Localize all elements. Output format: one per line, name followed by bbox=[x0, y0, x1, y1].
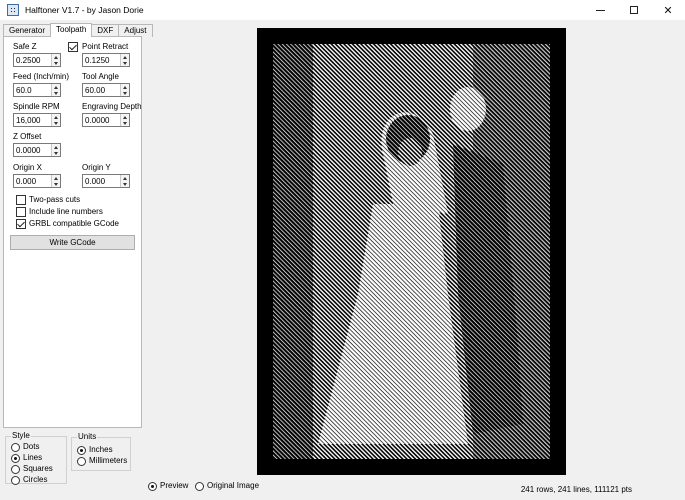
feed-spinner[interactable] bbox=[51, 84, 60, 96]
tool-angle-spinner[interactable] bbox=[120, 84, 129, 96]
two-pass-cuts-checkbox[interactable] bbox=[16, 195, 26, 205]
units-inches-label: Inches bbox=[89, 445, 113, 454]
tool-angle-label: Tool Angle bbox=[82, 72, 119, 81]
units-millimeters-label: Millimeters bbox=[89, 456, 128, 465]
style-lines-label: Lines bbox=[23, 453, 43, 462]
close-button[interactable]: ✕ bbox=[651, 0, 685, 20]
point-retract-spinner[interactable] bbox=[120, 54, 129, 66]
style-dots-radio[interactable] bbox=[11, 443, 20, 452]
toolpath-panel: Safe Z 0.2500 Point Retract 0.1250 Feed … bbox=[3, 36, 142, 428]
minimize-icon bbox=[595, 9, 605, 11]
point-retract-input[interactable]: 0.1250 bbox=[82, 53, 130, 67]
origin-y-label: Origin Y bbox=[82, 163, 111, 172]
two-pass-cuts-label: Two-pass cuts bbox=[29, 195, 81, 204]
safe-z-input[interactable]: 0.2500 bbox=[13, 53, 61, 67]
maximize-icon bbox=[630, 6, 638, 14]
style-lines-radio[interactable] bbox=[11, 454, 20, 463]
origin-x-input[interactable]: 0.000 bbox=[13, 174, 61, 188]
feed-input[interactable]: 60.0 bbox=[13, 83, 61, 97]
tool-angle-input[interactable]: 60.00 bbox=[82, 83, 130, 97]
include-line-numbers-checkbox[interactable] bbox=[16, 207, 26, 217]
engraving-depth-input[interactable]: 0.0000 bbox=[82, 113, 130, 127]
preview-label: Preview bbox=[160, 481, 189, 490]
preview-radio[interactable] bbox=[148, 482, 157, 491]
style-squares-label: Squares bbox=[23, 464, 53, 473]
tab-toolpath[interactable]: Toolpath bbox=[50, 23, 93, 37]
origin-y-spinner[interactable] bbox=[120, 175, 129, 187]
safe-z-spinner[interactable] bbox=[51, 54, 60, 66]
close-icon: ✕ bbox=[663, 4, 673, 17]
grbl-compatible-label: GRBL compatible GCode bbox=[29, 219, 119, 228]
halftone-image bbox=[273, 44, 550, 459]
point-retract-checkbox[interactable] bbox=[68, 42, 78, 52]
units-group: Units Inches Millimeters bbox=[71, 432, 131, 471]
spindle-rpm-spinner[interactable] bbox=[51, 114, 60, 126]
z-offset-spinner[interactable] bbox=[51, 144, 60, 156]
feed-label: Feed (Inch/min) bbox=[13, 72, 70, 81]
style-dots-label: Dots bbox=[23, 442, 40, 451]
tab-strip: Generator Toolpath DXF Adjust bbox=[3, 23, 153, 37]
engraving-depth-spinner[interactable] bbox=[120, 114, 129, 126]
window-title: Halftoner V1.7 - by Jason Dorie bbox=[25, 5, 144, 15]
style-group: Style Dots Lines Squares Circles bbox=[5, 431, 67, 485]
maximize-button[interactable] bbox=[617, 0, 651, 20]
origin-x-label: Origin X bbox=[13, 163, 42, 172]
original-image-label: Original Image bbox=[207, 481, 260, 490]
status-text: 241 rows, 241 lines, 111121 pts bbox=[520, 485, 632, 494]
safe-z-label: Safe Z bbox=[13, 42, 37, 51]
z-offset-input[interactable]: 0.0000 bbox=[13, 143, 61, 157]
style-group-title: Style bbox=[11, 431, 31, 440]
style-circles-label: Circles bbox=[23, 475, 48, 484]
engraving-depth-label: Engraving Depth bbox=[82, 102, 142, 111]
units-inches-radio[interactable] bbox=[77, 446, 86, 455]
app-icon bbox=[7, 4, 19, 16]
halftone-preview bbox=[257, 28, 566, 475]
point-retract-label: Point Retract bbox=[82, 42, 129, 51]
original-image-radio[interactable] bbox=[195, 482, 204, 491]
minimize-button[interactable] bbox=[583, 0, 617, 20]
units-millimeters-radio[interactable] bbox=[77, 457, 86, 466]
style-circles-radio[interactable] bbox=[11, 476, 20, 485]
grbl-compatible-checkbox[interactable] bbox=[16, 219, 26, 229]
spindle-rpm-label: Spindle RPM bbox=[13, 102, 60, 111]
origin-x-spinner[interactable] bbox=[51, 175, 60, 187]
z-offset-label: Z Offset bbox=[13, 132, 42, 141]
units-group-title: Units bbox=[77, 432, 98, 441]
origin-y-input[interactable]: 0.000 bbox=[82, 174, 130, 188]
write-gcode-button[interactable]: Write GCode bbox=[10, 235, 135, 250]
client-area: Generator Toolpath DXF Adjust Safe Z 0.2… bbox=[0, 20, 685, 500]
spindle-rpm-input[interactable]: 16,000 bbox=[13, 113, 61, 127]
style-squares-radio[interactable] bbox=[11, 465, 20, 474]
include-line-numbers-label: Include line numbers bbox=[29, 207, 103, 216]
title-bar: Halftoner V1.7 - by Jason Dorie ✕ bbox=[0, 0, 685, 20]
